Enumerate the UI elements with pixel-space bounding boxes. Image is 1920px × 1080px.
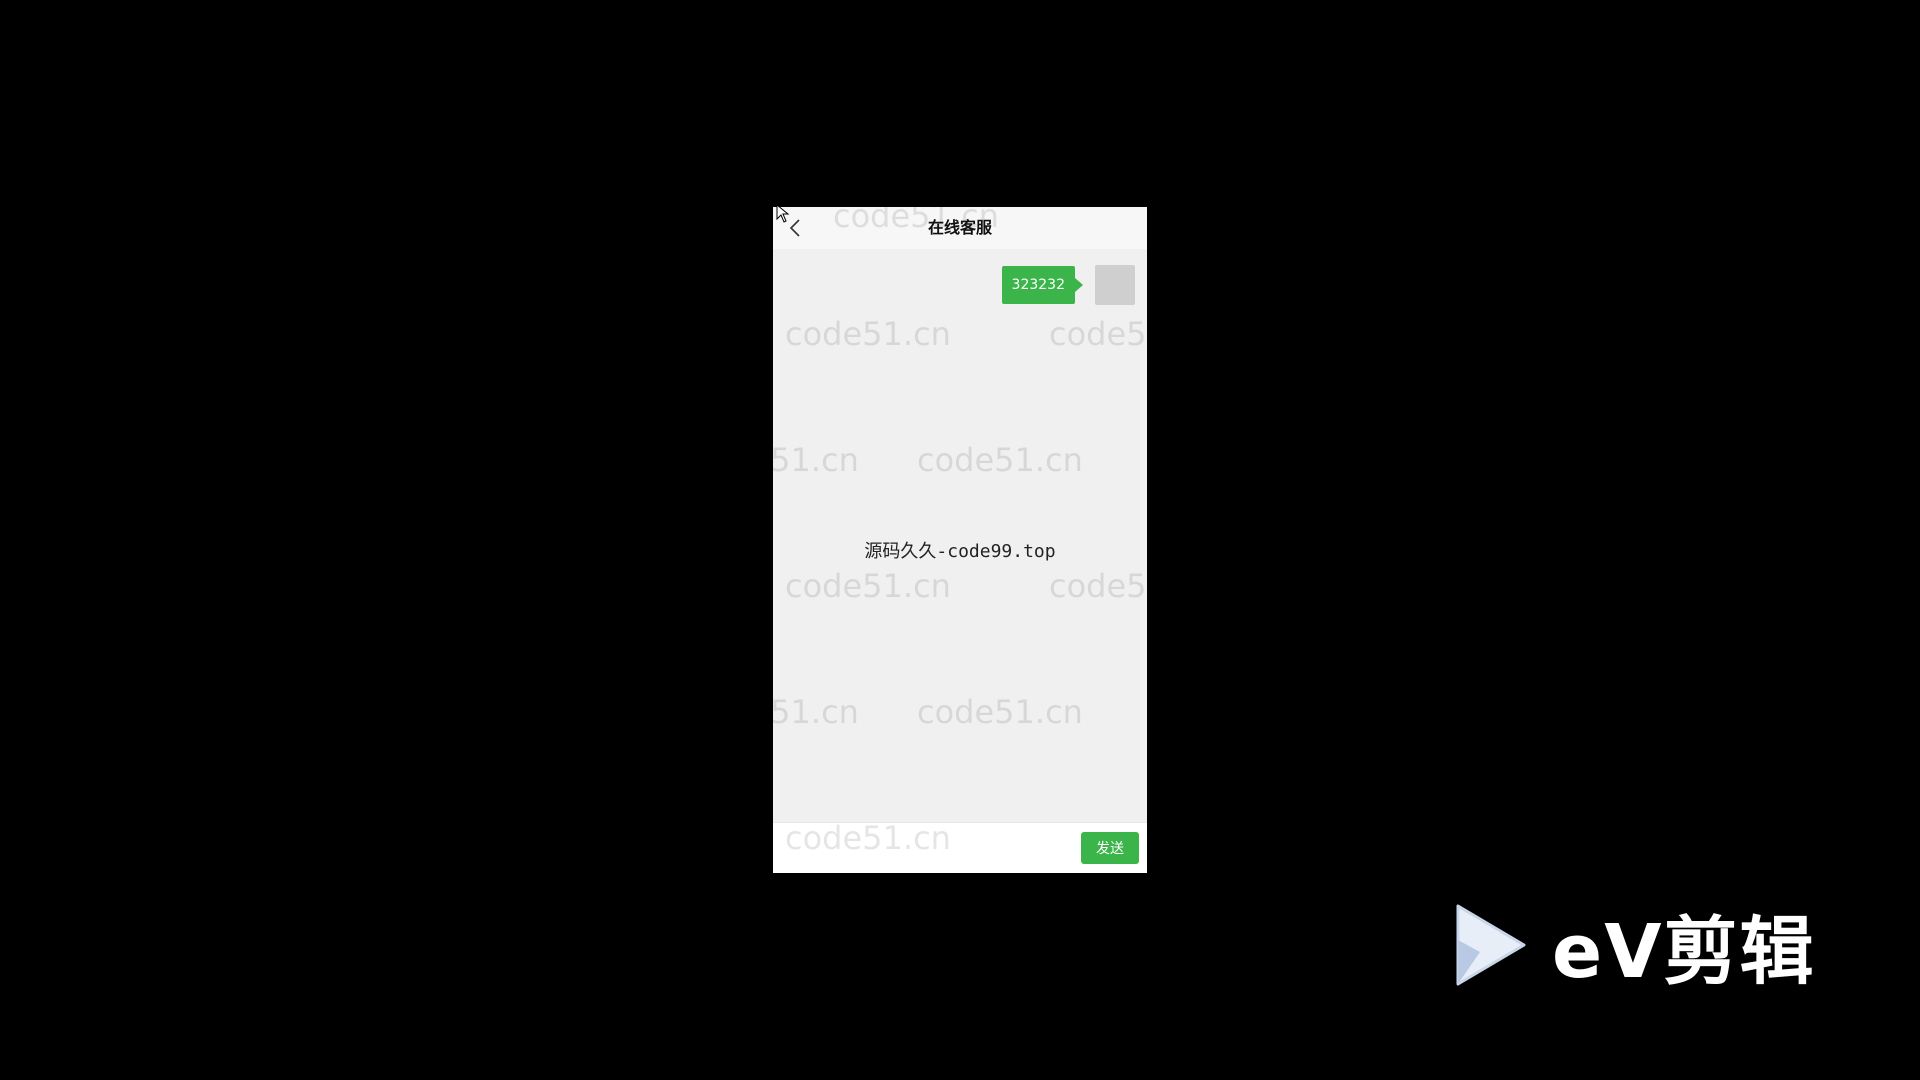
message-row: 323232 bbox=[1001, 265, 1135, 305]
play-logo-icon bbox=[1456, 904, 1526, 986]
chat-window: 在线客服 code51.cn code51.cn code51.cn code5… bbox=[773, 207, 1147, 873]
send-button[interactable]: 发送 bbox=[1081, 832, 1139, 864]
mouse-cursor-icon bbox=[776, 204, 790, 223]
watermark: code51.cn bbox=[773, 441, 859, 479]
watermark: code51.cn bbox=[917, 693, 1083, 731]
center-notice: 源码久久-code99.top bbox=[864, 541, 1056, 562]
watermark: code51.cn bbox=[785, 819, 951, 857]
watermark: code51.cn bbox=[917, 441, 1083, 479]
ev-logo-text: eV剪辑 bbox=[1552, 908, 1816, 995]
ev-logo: eV剪辑 bbox=[1450, 900, 1815, 995]
watermark: code51.cn bbox=[1049, 315, 1147, 353]
avatar[interactable] bbox=[1095, 265, 1135, 305]
watermark: code51.cn bbox=[785, 567, 951, 605]
watermark: code51.cn bbox=[773, 693, 859, 731]
watermark: code51.cn bbox=[833, 207, 999, 235]
watermark: code51.cn bbox=[1049, 567, 1147, 605]
watermark: code51.cn bbox=[785, 315, 951, 353]
message-bubble[interactable]: 323232 bbox=[1001, 266, 1084, 304]
